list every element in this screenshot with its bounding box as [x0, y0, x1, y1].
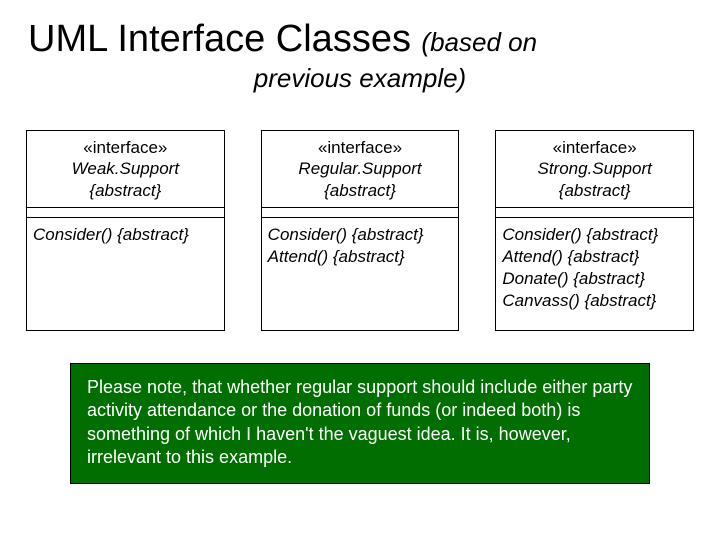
uml-attributes-empty: [27, 208, 224, 218]
uml-head: «interface» Weak.Support {abstract}: [27, 131, 224, 208]
title-main: UML Interface Classes: [28, 18, 411, 60]
operation: Consider() {abstract}: [33, 224, 218, 246]
abstract-marker: {abstract}: [266, 180, 455, 201]
note-container: Please note, that whether regular suppor…: [0, 331, 720, 485]
stereotype-label: «interface»: [31, 137, 220, 158]
explanatory-note: Please note, that whether regular suppor…: [70, 363, 650, 485]
operation: Consider() {abstract}: [502, 224, 687, 246]
uml-operations: Consider() {abstract} Attend() {abstract…: [262, 218, 459, 330]
class-name: Regular.Support: [266, 158, 455, 179]
stereotype-label: «interface»: [500, 137, 689, 158]
abstract-marker: {abstract}: [31, 180, 220, 201]
operation: Attend() {abstract}: [268, 246, 453, 268]
uml-operations: Consider() {abstract}: [27, 218, 224, 330]
uml-class-weak-support: «interface» Weak.Support {abstract} Cons…: [26, 130, 225, 331]
uml-head: «interface» Strong.Support {abstract}: [496, 131, 693, 208]
abstract-marker: {abstract}: [500, 180, 689, 201]
operation: Attend() {abstract}: [502, 246, 687, 268]
slide-title-block: UML Interface Classes (based on previous…: [0, 0, 720, 94]
operation: Donate() {abstract}: [502, 268, 687, 290]
stereotype-label: «interface»: [266, 137, 455, 158]
title-sub-line2: previous example): [28, 63, 692, 94]
uml-operations: Consider() {abstract} Attend() {abstract…: [496, 218, 693, 330]
operation: Canvass() {abstract}: [502, 290, 687, 312]
uml-class-strong-support: «interface» Strong.Support {abstract} Co…: [495, 130, 694, 331]
uml-attributes-empty: [262, 208, 459, 218]
uml-head: «interface» Regular.Support {abstract}: [262, 131, 459, 208]
class-name: Weak.Support: [31, 158, 220, 179]
class-name: Strong.Support: [500, 158, 689, 179]
uml-class-regular-support: «interface» Regular.Support {abstract} C…: [261, 130, 460, 331]
operation: Consider() {abstract}: [268, 224, 453, 246]
uml-attributes-empty: [496, 208, 693, 218]
title-sub-inline: (based on: [421, 27, 537, 57]
uml-boxes-row: «interface» Weak.Support {abstract} Cons…: [0, 94, 720, 331]
